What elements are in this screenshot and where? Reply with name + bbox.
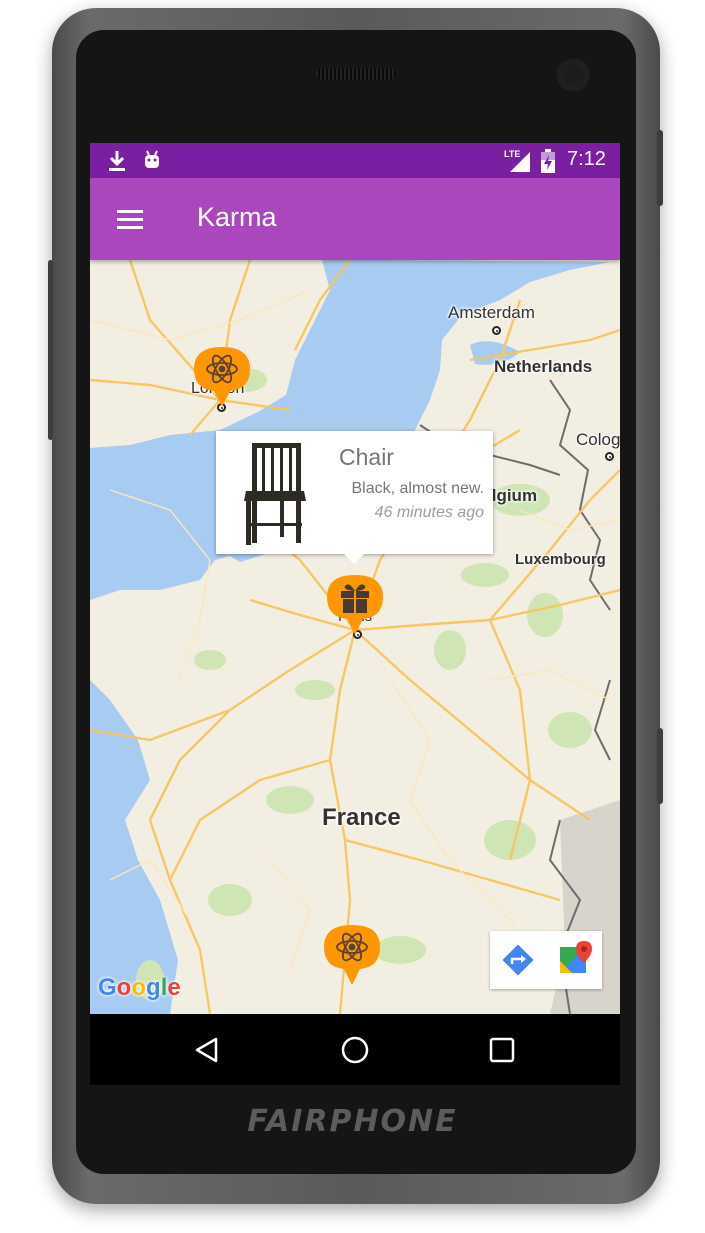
navigation-bar [90,1014,620,1085]
side-button-left [48,260,53,440]
label-amsterdam: Amsterdam [448,303,535,322]
phone-screen: LTE 7:12 Karma Amsterdam Netherlands Col… [90,143,620,1085]
app-bar: Karma [90,178,620,260]
home-icon[interactable] [333,1028,377,1072]
back-icon[interactable] [186,1028,230,1072]
power-button [657,728,663,804]
device-brand: FAIRPHONE [247,1104,458,1139]
chair-image [244,443,308,545]
status-time: 7:12 [567,148,606,170]
info-window[interactable]: Chair Black, almost new. 46 minutes ago [216,431,493,564]
hamburger-menu-icon[interactable] [110,200,150,238]
battery-icon [541,149,555,173]
city-dot-amsterdam [492,326,501,335]
directions-icon[interactable] [490,931,546,989]
status-bar: LTE 7:12 [90,143,620,178]
signal-icon [508,152,530,172]
info-title: Chair [339,444,394,470]
map-pin-south-france[interactable] [322,923,382,987]
map-pin-london[interactable] [192,345,252,409]
app-title: Karma [197,202,277,232]
label-luxembourg: Luxembourg [515,551,606,568]
front-camera [554,56,592,94]
city-dot-cologne [605,452,614,461]
label-france: France [322,804,401,831]
info-description: Black, almost new. [351,480,485,497]
google-maps-icon[interactable] [546,931,602,989]
label-netherlands: Netherlands [494,357,593,376]
map-pin-paris[interactable] [325,573,385,637]
earpiece-speaker [316,68,396,80]
label-cologne: Cologne [576,430,620,449]
map-toolbar [490,931,602,989]
download-icon [107,149,127,173]
google-logo: Google [98,974,181,1001]
android-icon [142,150,162,170]
map-view[interactable]: Amsterdam Netherlands London Cologne Bel… [90,260,620,1014]
recents-icon[interactable] [480,1028,524,1072]
info-time: 46 minutes ago [374,504,484,521]
volume-button [657,130,663,206]
